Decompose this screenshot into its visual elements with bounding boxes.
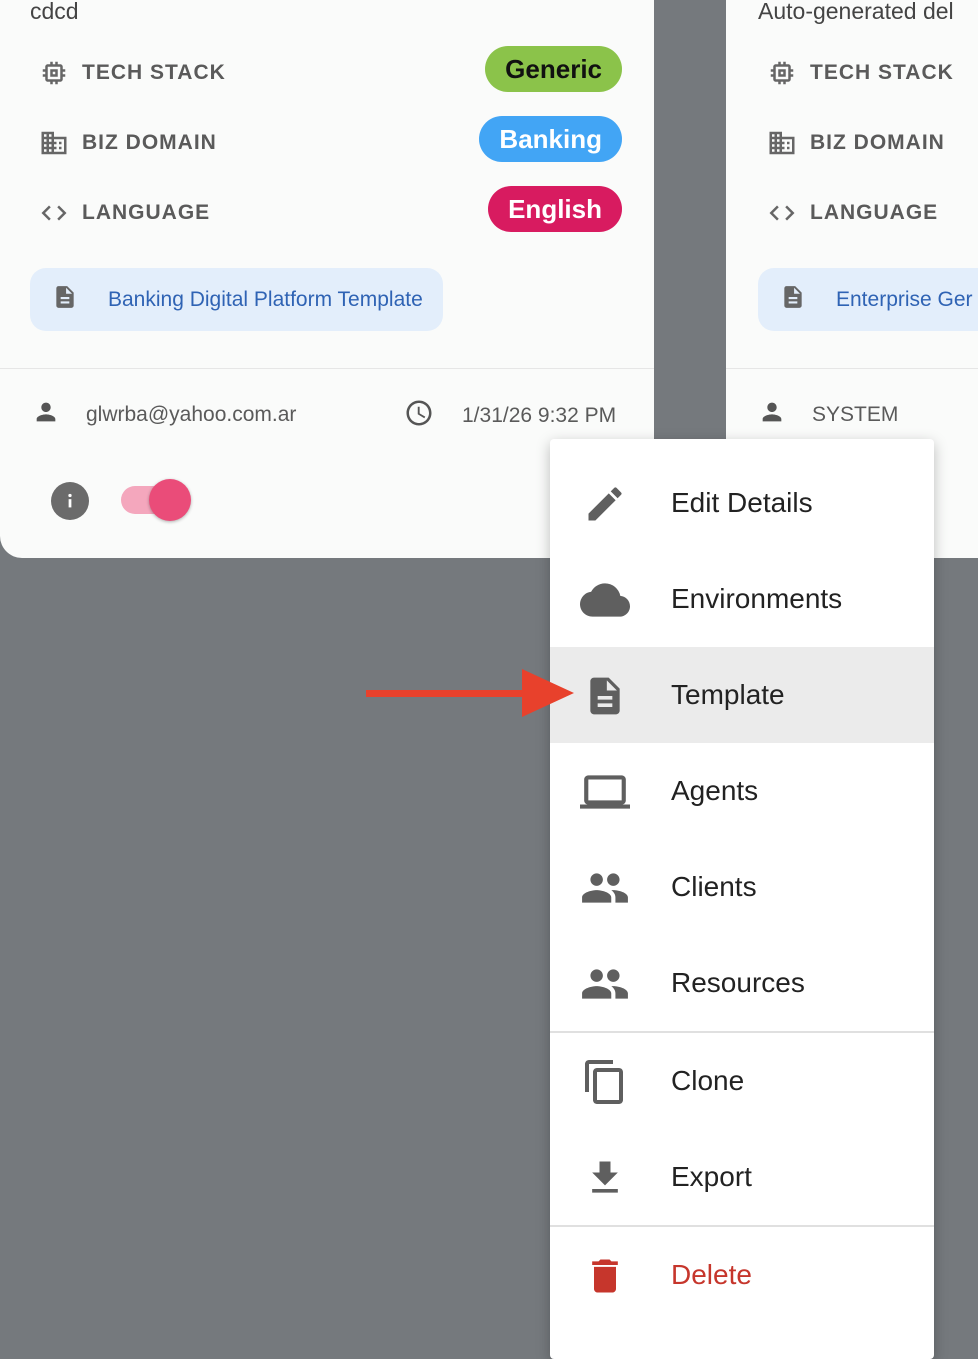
menu-item-label: Delete	[671, 1259, 752, 1290]
menu-item-label: Clone	[671, 1065, 745, 1096]
card-divider	[726, 368, 978, 369]
building-icon	[766, 127, 798, 159]
info-icon[interactable]	[51, 482, 89, 520]
tech-stack-label: TECH STACK	[810, 61, 954, 84]
menu-item-label: Export	[671, 1161, 752, 1192]
person-icon	[758, 398, 786, 431]
menu-item-label: Template	[671, 679, 785, 710]
tech-stack-row: TECH STACK	[38, 53, 226, 93]
document-icon	[52, 282, 78, 317]
menu-item-environments[interactable]: Environments	[550, 551, 934, 647]
pencil-icon	[580, 479, 630, 529]
menu-item-template[interactable]: Template	[550, 647, 934, 743]
people-icon	[580, 959, 630, 1009]
biz-domain-chip: Banking	[479, 116, 622, 162]
biz-domain-row: BIZ DOMAIN	[38, 123, 217, 163]
owner: glwrba@yahoo.com.ar	[32, 398, 296, 431]
owner-name: SYSTEM	[812, 402, 899, 426]
menu-item-clients[interactable]: Clients	[550, 839, 934, 935]
code-icon	[766, 197, 798, 229]
menu-item-agents[interactable]: Agents	[550, 743, 934, 839]
trash-icon	[580, 1251, 630, 1301]
language-row: LANGUAGE	[38, 193, 210, 233]
menu-item-label: Resources	[671, 967, 805, 998]
language-label: LANGUAGE	[82, 201, 211, 224]
biz-domain-label: BIZ DOMAIN	[82, 131, 217, 154]
card-divider	[0, 368, 654, 369]
toggle-thumb	[149, 479, 191, 521]
active-toggle[interactable]	[119, 478, 191, 522]
menu-item-label: Environments	[671, 583, 843, 614]
template-link[interactable]: Banking Digital Platform Template	[30, 268, 443, 331]
timestamp-text: 1/31/26 9:32 PM	[462, 403, 617, 427]
people-icon	[580, 863, 630, 913]
biz-domain-label: BIZ DOMAIN	[810, 131, 945, 154]
download-icon	[580, 1153, 630, 1203]
card-description: cdcd	[30, 0, 79, 24]
timestamp: 1/31/26 9:32 PM	[404, 398, 616, 433]
biz-domain-row: BIZ DOMAIN	[766, 123, 945, 163]
template-link[interactable]: Enterprise Ger	[758, 268, 978, 331]
document-icon	[580, 671, 630, 721]
language-row: LANGUAGE	[766, 193, 938, 233]
language-label: LANGUAGE	[810, 201, 939, 224]
tech-stack-chip: Generic	[485, 46, 622, 92]
menu-item-resources[interactable]: Resources	[550, 935, 934, 1031]
menu-item-export[interactable]: Export	[550, 1129, 934, 1225]
annotation-arrow-icon	[366, 669, 574, 717]
copy-icon	[580, 1057, 630, 1107]
clock-icon	[404, 398, 434, 433]
tech-stack-label: TECH STACK	[82, 61, 226, 84]
building-icon	[38, 127, 70, 159]
owner-email: glwrba@yahoo.com.ar	[86, 402, 297, 426]
menu-item-clone[interactable]: Clone	[550, 1033, 934, 1129]
laptop-icon	[580, 767, 630, 817]
cloud-icon	[580, 575, 630, 625]
menu-item-delete[interactable]: Delete	[550, 1227, 934, 1323]
person-icon	[32, 398, 60, 431]
chip-icon	[38, 57, 70, 89]
document-icon	[780, 282, 806, 317]
menu-item-label: Edit Details	[671, 487, 813, 518]
template-name: Enterprise Ger	[836, 287, 973, 311]
context-menu: Edit Details Environments Template Agent…	[550, 439, 934, 1359]
owner: SYSTEM	[758, 398, 898, 431]
tech-stack-row: TECH STACK	[766, 53, 954, 93]
code-icon	[38, 197, 70, 229]
menu-item-edit-details[interactable]: Edit Details	[550, 455, 934, 551]
menu-item-label: Agents	[671, 775, 759, 806]
language-chip: English	[488, 186, 622, 232]
menu-item-label: Clients	[671, 871, 757, 902]
card-description: Auto-generated del	[758, 0, 954, 24]
template-name: Banking Digital Platform Template	[108, 287, 423, 311]
chip-icon	[766, 57, 798, 89]
